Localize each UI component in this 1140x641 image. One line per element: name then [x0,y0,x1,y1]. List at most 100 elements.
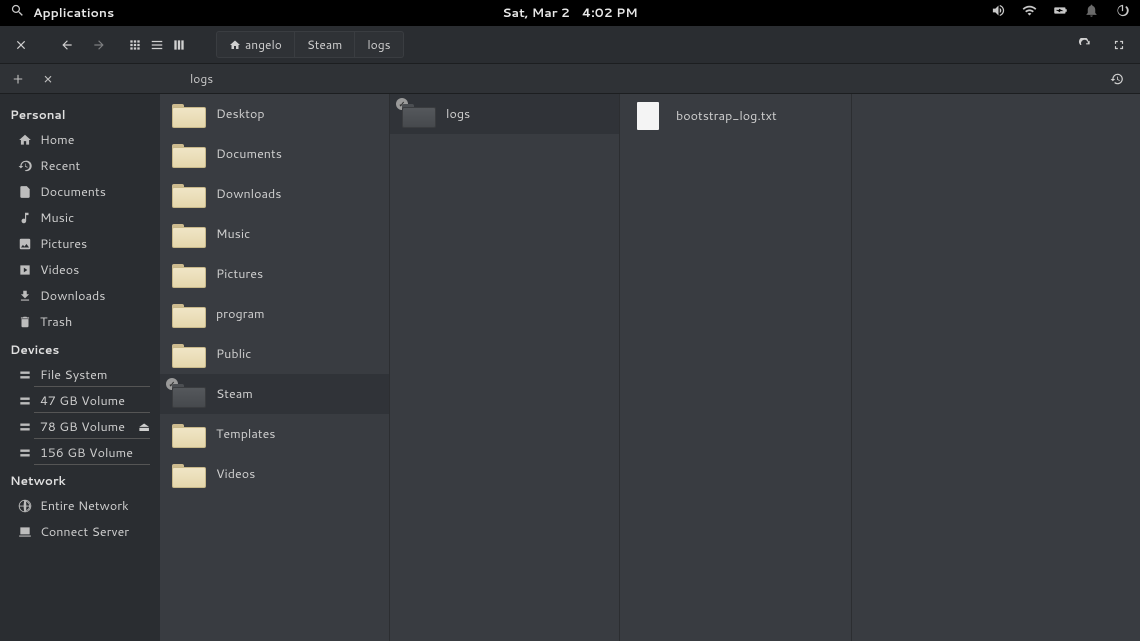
entry-label: Videos [216,465,255,483]
entry-music[interactable]: Music [160,214,389,254]
entry-desktop[interactable]: Desktop [160,94,389,134]
wifi-icon[interactable] [1022,3,1037,23]
sidebar-item-label: Trash [40,313,72,331]
sidebar-item-label: File System [40,366,107,384]
sidebar-item-47-gb-volume[interactable]: 47 GB Volume [0,388,160,414]
close-tab-button[interactable]: × [38,69,58,89]
sidebar-item-trash[interactable]: Trash [0,309,160,335]
sidebar-section-header: Personal [0,100,160,127]
clock[interactable]: Sat, Mar 2 4:02 PM [502,4,638,22]
new-tab-button[interactable]: + [8,69,28,89]
sidebar-item-documents[interactable]: Documents [0,179,160,205]
pictures-icon [18,237,32,251]
documents-icon [18,185,32,199]
breadcrumb: angelo Steam logs [216,31,404,58]
entry-label: Templates [216,425,276,443]
applications-menu[interactable]: Applications [33,4,114,22]
entry-bootstrap-log-txt[interactable]: bootstrap_log.txt [620,94,851,138]
entry-downloads[interactable]: Downloads [160,174,389,214]
entry-label: bootstrap_log.txt [676,107,777,125]
sidebar-item-label: Entire Network [40,497,129,515]
sidebar-item-music[interactable]: Music [0,205,160,231]
back-button[interactable] [54,32,80,58]
sidebar-item-home[interactable]: Home [0,127,160,153]
sidebar-item-156-gb-volume[interactable]: 156 GB Volume [0,440,160,466]
breadcrumb-home[interactable]: angelo [216,31,295,58]
sidebar-item-file-system[interactable]: File System [0,362,160,388]
fullscreen-button[interactable] [1106,32,1132,58]
volume-icon[interactable] [991,3,1006,23]
drive-icon [18,368,32,382]
sidebar-item-label: 47 GB Volume [40,392,125,410]
eject-icon[interactable]: ⏏ [138,418,150,436]
entry-pictures[interactable]: Pictures [160,254,389,294]
panel-date: Sat, Mar 2 [502,4,570,22]
connect-icon [18,525,32,539]
entry-label: logs [446,105,470,123]
sidebar-item-label: Documents [40,183,106,201]
folder-icon [172,102,204,126]
tab-active[interactable]: logs [160,64,273,93]
entry-label: Pictures [216,265,263,283]
downloads-icon [18,289,32,303]
sidebar-item-label: Pictures [40,235,87,253]
sidebar-item-downloads[interactable]: Downloads [0,283,160,309]
column-3: bootstrap_log.txt [620,94,852,641]
sidebar-section-header: Network [0,466,160,493]
folder-icon [172,222,204,246]
entry-label: Public [216,345,251,363]
breadcrumb-segment[interactable]: Steam [295,31,355,58]
recent-icon [18,159,32,173]
refresh-button[interactable] [1072,32,1098,58]
sidebar-item-videos[interactable]: Videos [0,257,160,283]
entry-label: Steam [216,385,253,403]
folder-icon [402,102,434,126]
entry-logs[interactable]: logs [390,94,619,134]
top-panel: Applications Sat, Mar 2 4:02 PM [0,0,1140,26]
close-button[interactable] [8,32,34,58]
file-icon [637,102,659,130]
folder-icon [172,382,204,406]
entry-label: Desktop [216,105,265,123]
panel-time: 4:02 PM [582,4,638,22]
battery-icon[interactable] [1053,3,1068,23]
sidebar-item-label: 156 GB Volume [40,444,133,462]
view-mode-group [124,32,190,58]
icon-view-button[interactable] [124,32,146,58]
sidebar-item-label: Downloads [40,287,105,305]
list-view-button[interactable] [146,32,168,58]
search-icon[interactable] [10,3,25,23]
sidebar-item-connect-server[interactable]: Connect Server [0,519,160,545]
videos-icon [18,263,32,277]
toolbar: angelo Steam logs [0,26,1140,64]
column-view-button[interactable] [168,32,190,58]
forward-button[interactable] [86,32,112,58]
sidebar-item-label: Videos [40,261,79,279]
entry-templates[interactable]: Templates [160,414,389,454]
entry-documents[interactable]: Documents [160,134,389,174]
entry-label: Documents [216,145,282,163]
sidebar-item-recent[interactable]: Recent [0,153,160,179]
entry-program[interactable]: program [160,294,389,334]
entry-label: Downloads [216,185,281,203]
breadcrumb-segment[interactable]: logs [355,31,403,58]
notifications-icon[interactable] [1084,3,1099,23]
drive-icon [18,394,32,408]
sidebar-item-label: Connect Server [40,523,129,541]
entry-steam[interactable]: Steam [160,374,389,414]
power-icon[interactable] [1115,3,1130,23]
tab-bar: + × logs [0,64,1140,94]
miller-columns: Desktop Documents Downloads Music Pictures pr… [160,94,1140,641]
folder-icon [172,462,204,486]
sidebar-item-78-gb-volume[interactable]: 78 GB Volume⏏ [0,414,160,440]
sidebar-item-label: Home [40,131,74,149]
sidebar-item-pictures[interactable]: Pictures [0,231,160,257]
sidebar-item-entire-network[interactable]: Entire Network [0,493,160,519]
drive-icon [18,420,32,434]
entry-videos[interactable]: Videos [160,454,389,494]
home-icon [18,133,32,147]
history-button[interactable] [1104,66,1130,92]
drive-icon [18,446,32,460]
entry-public[interactable]: Public [160,334,389,374]
column-1: Desktop Documents Downloads Music Pictures pr… [160,94,390,641]
